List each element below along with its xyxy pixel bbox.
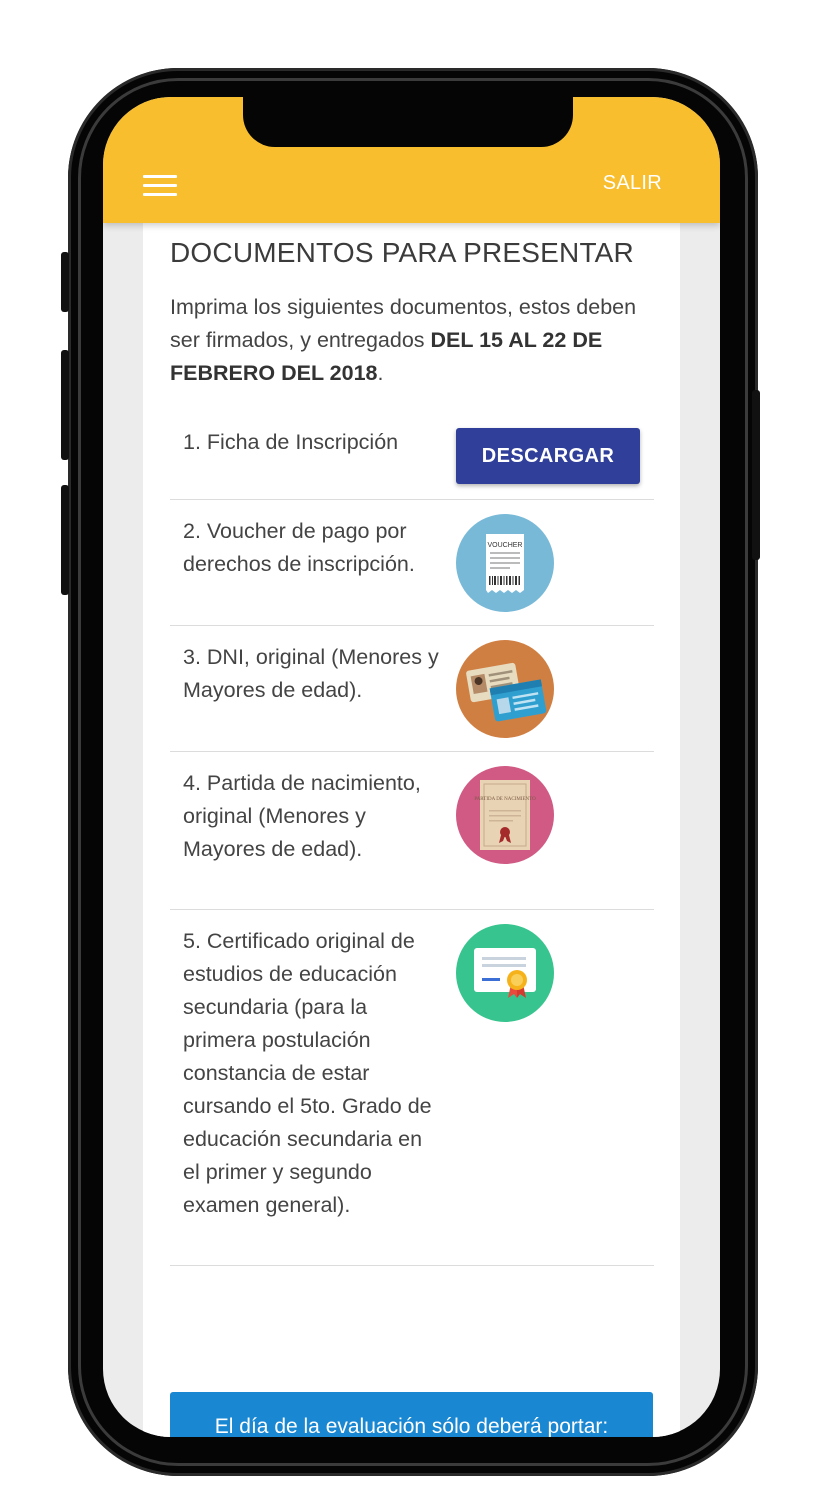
intro-text: Imprima los siguientes documentos, estos…	[170, 291, 654, 390]
id-card-icon	[456, 640, 554, 738]
birth-certificate-icon: PARTIDA DE NACIMIENTO	[456, 766, 554, 864]
list-item: 4. Partida de nacimiento, original (Meno…	[170, 752, 654, 910]
document-label: 5. Certificado original de estudios de e…	[183, 929, 432, 1217]
documents-list: 1. Ficha de Inscripción DESCARGAR 2. Vou…	[170, 416, 654, 1266]
phone-notch	[243, 97, 573, 147]
list-item: 2. Voucher de pago por derechos de inscr…	[170, 500, 654, 626]
list-item: 3. DNI, original (Menores y Mayores de e…	[170, 626, 654, 752]
download-button[interactable]: DESCARGAR	[456, 428, 640, 484]
list-item: 5. Certificado original de estudios de e…	[170, 910, 654, 1266]
document-label: 1. Ficha de Inscripción	[183, 430, 399, 454]
document-label: 4. Partida de nacimiento, original (Meno…	[183, 771, 421, 861]
birth-certificate-icon-label: PARTIDA DE NACIMIENTO	[474, 797, 536, 802]
notice-banner: El día de la evaluación sólo deberá port…	[170, 1392, 653, 1437]
document-label: 2. Voucher de pago por derechos de inscr…	[183, 519, 415, 576]
phone-power-button	[752, 390, 760, 560]
voucher-icon-label: VOUCHER	[487, 542, 522, 549]
documents-card: DOCUMENTOS PARA PRESENTAR Imprima los si…	[143, 207, 680, 1437]
phone-volume-up	[61, 350, 69, 460]
document-label: 3. DNI, original (Menores y Mayores de e…	[183, 645, 439, 702]
phone-screen: SALIR DOCUMENTOS PARA PRESENTAR Imprima …	[103, 97, 720, 1437]
voucher-icon: VOUCHER	[456, 514, 554, 612]
certificate-icon	[456, 924, 554, 1022]
logout-button[interactable]: SALIR	[603, 172, 662, 195]
phone-volume-down	[61, 485, 69, 595]
list-item: 1. Ficha de Inscripción DESCARGAR	[170, 416, 654, 500]
intro-text-suffix: .	[377, 361, 384, 385]
phone-silent-switch	[61, 252, 69, 312]
page-title: DOCUMENTOS PARA PRESENTAR	[170, 237, 634, 268]
hamburger-menu-icon[interactable]	[143, 173, 179, 201]
